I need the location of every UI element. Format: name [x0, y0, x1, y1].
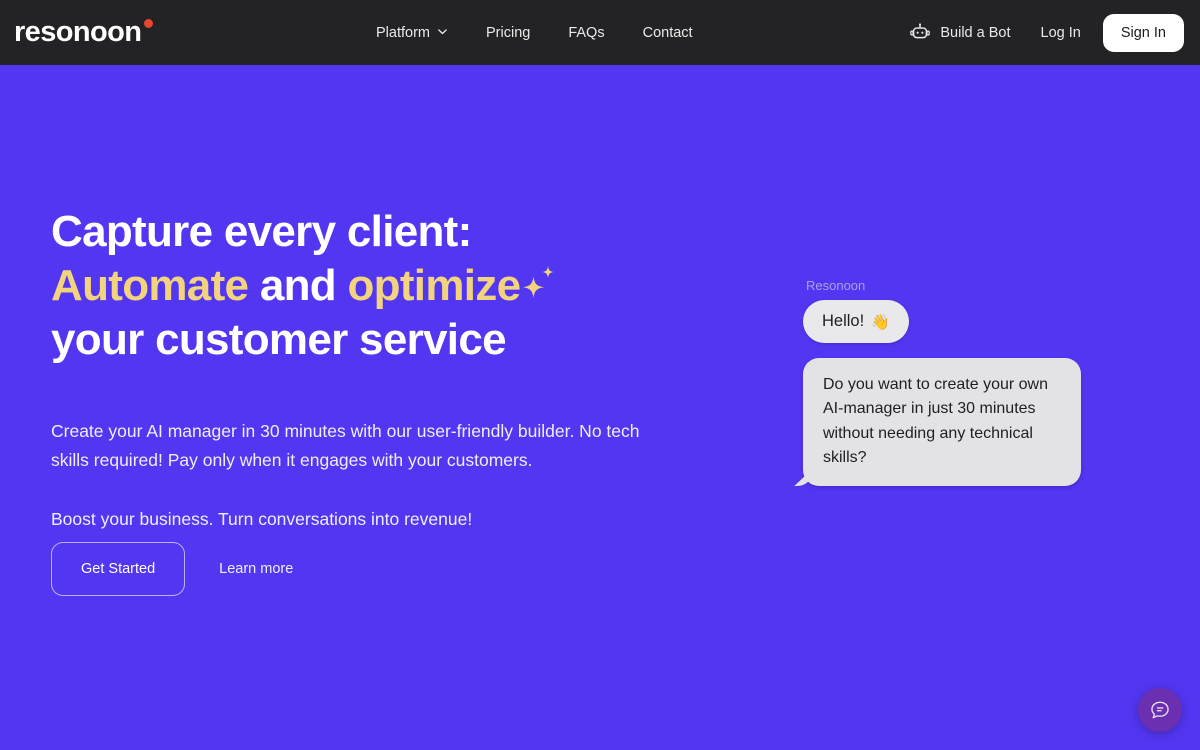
main-navigation: Platform Pricing FAQs Contact	[376, 0, 712, 65]
nav-item-faqs[interactable]: FAQs	[549, 25, 623, 41]
headline-accent-automate: Automate	[51, 261, 249, 311]
nav-item-label: Pricing	[486, 24, 531, 41]
chat-sender-label: Resonoon	[806, 278, 866, 293]
hero-cta-row: Get Started Learn more	[51, 542, 293, 596]
nav-item-pricing[interactable]: Pricing	[467, 25, 549, 41]
header-actions: Build a Bot Log In Sign In	[909, 0, 1184, 65]
logo-text: resonoon	[14, 16, 142, 48]
hero-content: Capture every client: Automate and optim…	[51, 205, 691, 533]
nav-item-label: FAQs	[568, 24, 605, 41]
chat-bubble-greeting-text: Hello!	[822, 312, 865, 330]
chat-preview: Resonoon Hello! 👋 Do you want to create …	[803, 278, 1103, 487]
learn-more-link[interactable]: Learn more	[219, 561, 293, 577]
robot-icon	[909, 22, 931, 44]
chat-bubble-greeting: Hello! 👋	[803, 300, 909, 343]
login-link[interactable]: Log In	[1041, 25, 1081, 41]
nav-item-platform[interactable]: Platform	[376, 25, 467, 41]
hero-paragraph-1: Create your AI manager in 30 minutes wit…	[51, 421, 640, 470]
get-started-button[interactable]: Get Started	[51, 542, 186, 596]
headline-line-1: Capture every client:	[51, 207, 472, 256]
build-a-bot-button[interactable]: Build a Bot	[909, 22, 1011, 44]
chat-bubble-question: Do you want to create your own AI-manage…	[803, 358, 1081, 487]
hero-section: Capture every client: Automate and optim…	[0, 65, 1200, 750]
headline-conjunction: and	[248, 261, 348, 311]
build-a-bot-label: Build a Bot	[940, 24, 1011, 41]
logo-dot-icon	[144, 19, 154, 28]
nav-item-label: Platform	[376, 24, 430, 41]
hero-description: Create your AI manager in 30 minutes wit…	[51, 417, 651, 533]
logo[interactable]: resonoon	[14, 16, 154, 48]
chat-widget-button[interactable]	[1138, 688, 1182, 732]
waving-hand-icon: 👋	[871, 313, 890, 331]
sparkle-icon	[519, 264, 557, 304]
signin-button[interactable]: Sign In	[1102, 13, 1184, 52]
site-header: resonoon Platform Pricing FAQs Contact B…	[0, 0, 1200, 65]
headline-line-3: your customer service	[51, 315, 507, 365]
page-title: Capture every client: Automate and optim…	[51, 205, 691, 367]
chat-bubble-icon	[1149, 699, 1171, 721]
nav-item-label: Contact	[642, 24, 693, 41]
hero-paragraph-2: Boost your business. Turn conversations …	[51, 509, 473, 530]
headline-accent-optimize: optimize	[347, 261, 522, 311]
nav-item-contact[interactable]: Contact	[624, 25, 712, 41]
chevron-down-icon	[437, 26, 448, 37]
